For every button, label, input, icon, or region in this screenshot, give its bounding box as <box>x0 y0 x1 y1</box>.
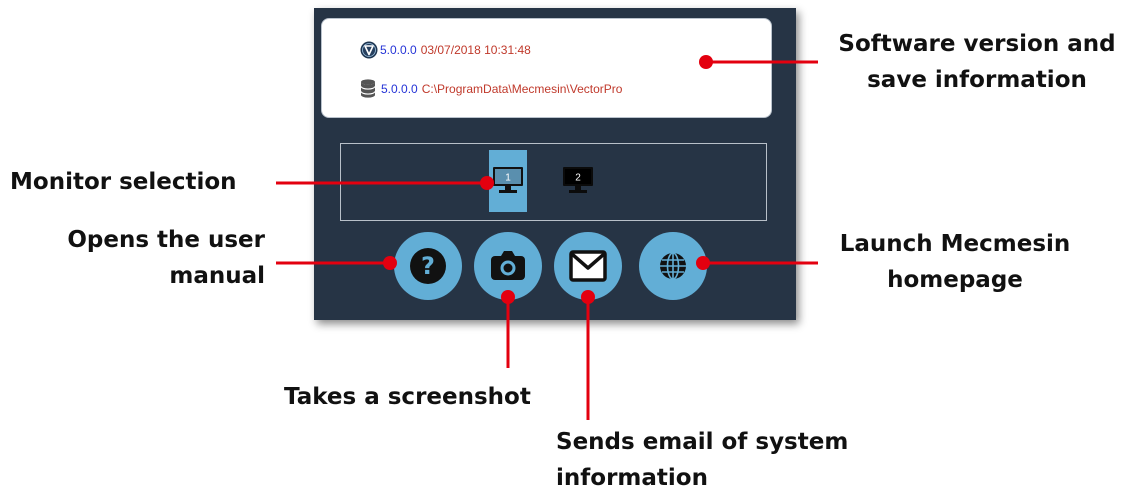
annotation-line: Software version and <box>838 31 1116 57</box>
screenshot-button[interactable] <box>474 232 542 300</box>
database-icon <box>360 79 376 98</box>
homepage-button[interactable] <box>639 232 707 300</box>
monitor-selection-box <box>340 143 767 221</box>
annotation-monitor-selection: Monitor selection <box>10 164 272 200</box>
annotation-screenshot: Takes a screenshot <box>284 379 574 415</box>
app-version: 5.0.0.0 <box>380 43 417 57</box>
annotation-line: Launch Mecmesin <box>839 231 1071 257</box>
vector-logo-icon <box>360 41 378 59</box>
user-manual-button[interactable]: ? <box>394 232 462 300</box>
camera-icon <box>491 251 525 280</box>
annotation-homepage: Launch Mecmesin homepage <box>826 226 1084 298</box>
annotation-line: Opens the user <box>67 227 265 253</box>
monitor-icon: 1 <box>493 167 523 193</box>
globe-icon <box>660 252 686 280</box>
monitor-1-button[interactable]: 1 <box>489 150 527 212</box>
monitor-2-label: 2 <box>575 173 581 184</box>
annotation-line: information <box>556 465 708 491</box>
data-version-row: 5.0.0.0 C:\ProgramData\Mecmesin\VectorPr… <box>360 79 622 98</box>
annotation-email: Sends email of system information <box>556 424 876 496</box>
annotation-user-manual: Opens the user manual <box>10 222 265 294</box>
svg-text:?: ? <box>421 252 435 280</box>
monitor-2-button[interactable]: 2 <box>559 150 597 212</box>
annotation-line: save information <box>867 67 1087 93</box>
data-path: C:\ProgramData\Mecmesin\VectorPro <box>421 81 623 96</box>
question-icon: ? <box>410 248 446 284</box>
annotation-line: Takes a screenshot <box>284 384 531 410</box>
app-version-row: 5.0.0.0 03/07/2018 10:31:48 <box>360 41 531 59</box>
monitor-1-label: 1 <box>505 173 511 184</box>
annotation-software-version: Software version and save information <box>832 26 1122 98</box>
version-info-box: 5.0.0.0 03/07/2018 10:31:48 5.0.0.0 C:\P… <box>321 18 772 118</box>
save-timestamp: 03/07/2018 10:31:48 <box>420 43 531 57</box>
annotation-line: Monitor selection <box>10 169 237 195</box>
annotation-line: Sends email of system <box>556 429 849 455</box>
data-version: 5.0.0.0 <box>381 81 418 96</box>
envelope-icon <box>569 250 607 282</box>
annotation-line: manual <box>169 263 265 289</box>
email-button[interactable] <box>554 232 622 300</box>
monitor-icon: 2 <box>563 167 593 193</box>
annotation-line: homepage <box>887 267 1023 293</box>
